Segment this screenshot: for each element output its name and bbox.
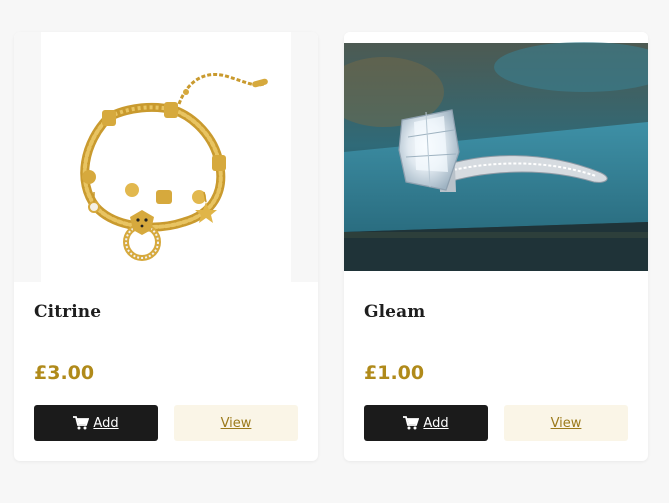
- diamond-ring-image: [344, 32, 648, 282]
- product-card: Gleam £1.00 Add View: [344, 32, 648, 461]
- product-grid: Citrine £3.00 Add View Gleam £1.00 Add V…: [0, 0, 669, 503]
- product-price: £1.00: [364, 362, 425, 384]
- add-button-label: Add: [423, 415, 449, 431]
- product-title[interactable]: Gleam: [364, 302, 425, 322]
- cart-icon: [73, 416, 90, 430]
- add-to-cart-button[interactable]: Add: [364, 405, 488, 441]
- product-title[interactable]: Citrine: [34, 302, 101, 322]
- gold-bracelet-image: [14, 32, 318, 282]
- add-button-label: Add: [93, 415, 119, 431]
- add-to-cart-button[interactable]: Add: [34, 405, 158, 441]
- view-product-button[interactable]: View: [504, 405, 628, 441]
- view-button-label: View: [550, 415, 582, 431]
- cart-icon: [403, 416, 420, 430]
- product-card: Citrine £3.00 Add View: [14, 32, 318, 461]
- product-price: £3.00: [34, 362, 95, 384]
- view-button-label: View: [220, 415, 252, 431]
- product-image[interactable]: [344, 32, 648, 282]
- view-product-button[interactable]: View: [174, 405, 298, 441]
- product-image[interactable]: [14, 32, 318, 282]
